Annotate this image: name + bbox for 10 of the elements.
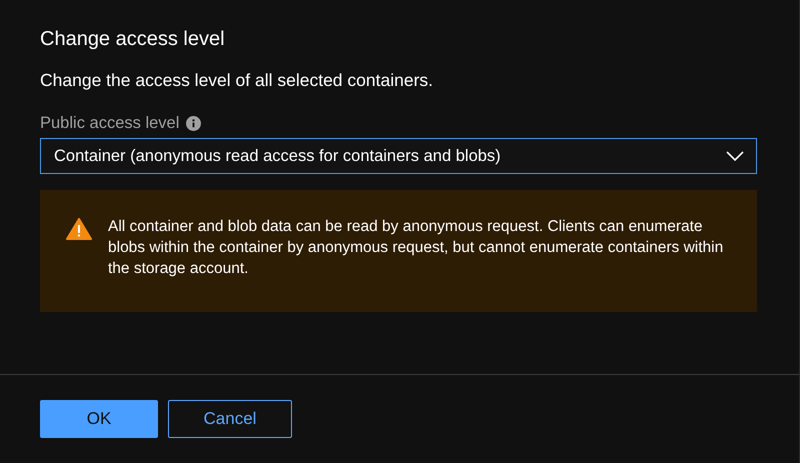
chevron-down-icon xyxy=(726,151,744,161)
access-level-dropdown[interactable]: Container (anonymous read access for containers and blobs) xyxy=(40,138,757,174)
field-label: Public access level xyxy=(40,113,180,134)
warning-text: All container and blob data can be read by anonymous request. Clients can enumerate blobs within the container by anonymous request, but cannot enumerate containers within the storage account. xyxy=(108,217,724,279)
warning-icon xyxy=(66,218,92,240)
cancel-button[interactable]: Cancel xyxy=(168,400,292,438)
dialog-description: Change the access level of all selected containers. xyxy=(40,69,434,92)
ok-button[interactable]: OK xyxy=(40,400,158,438)
dialog-title: Change access level xyxy=(40,27,226,52)
info-icon[interactable] xyxy=(186,116,202,130)
